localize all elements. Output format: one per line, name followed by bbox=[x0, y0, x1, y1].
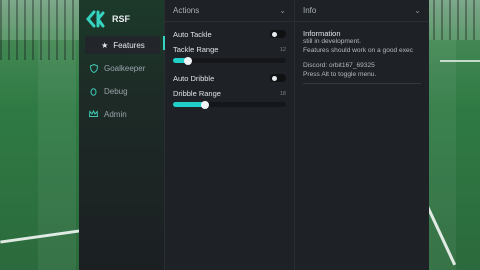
info-line-2: Features should work on a good exec bbox=[303, 46, 413, 54]
sidebar-item-label: Debug bbox=[104, 86, 128, 96]
pitch-line bbox=[440, 60, 480, 62]
sidebar-item-features[interactable]: ★ Features bbox=[85, 36, 160, 54]
star-icon: ★ bbox=[101, 40, 109, 50]
sidebar-nav: ★ Features Goalkeeper Debug Admin bbox=[79, 36, 164, 123]
script-menu-window: RSF ★ Features Goalkeeper Debug Admin Ac… bbox=[79, 0, 429, 270]
tackle-range-slider[interactable] bbox=[173, 56, 286, 65]
brand: RSF bbox=[79, 0, 164, 30]
pitch-line bbox=[0, 229, 80, 244]
sidebar-item-label: Features bbox=[113, 40, 145, 50]
auto-tackle-label: Auto Tackle bbox=[173, 29, 212, 39]
sidebar-item-goalkeeper[interactable]: Goalkeeper bbox=[85, 59, 160, 77]
slider-handle[interactable] bbox=[200, 100, 209, 109]
dribble-range-value: 18 bbox=[279, 90, 286, 97]
app-title: RSF bbox=[112, 13, 130, 24]
chevron-down-icon[interactable]: ⌄ bbox=[414, 6, 421, 15]
auto-dribble-label: Auto Dribble bbox=[173, 73, 215, 83]
actions-panel: Actions ⌄ Auto Tackle Tackle Range 12 Au… bbox=[165, 0, 295, 270]
auto-tackle-toggle[interactable] bbox=[270, 30, 286, 38]
tackle-range-label: Tackle Range bbox=[173, 45, 219, 54]
dribble-range-label: Dribble Range bbox=[173, 89, 221, 98]
bug-icon bbox=[89, 87, 98, 96]
dribble-range-row: Dribble Range 18 bbox=[165, 87, 294, 113]
sidebar-item-admin[interactable]: Admin bbox=[85, 105, 160, 123]
info-panel: Info ⌄ Information still in development.… bbox=[295, 0, 429, 270]
auto-dribble-toggle[interactable] bbox=[270, 74, 286, 82]
shield-icon bbox=[89, 63, 98, 73]
auto-dribble-row: Auto Dribble bbox=[165, 69, 294, 87]
actions-header[interactable]: Actions ⌄ bbox=[165, 0, 294, 22]
discord-text: Discord: orbit167_69325 bbox=[303, 62, 375, 69]
info-header[interactable]: Info ⌄ bbox=[295, 0, 429, 22]
info-body: Information still in development. Featur… bbox=[295, 22, 429, 79]
logo-icon bbox=[86, 10, 105, 27]
sidebar: RSF ★ Features Goalkeeper Debug Admin bbox=[79, 0, 165, 270]
sidebar-item-label: Goalkeeper bbox=[104, 63, 146, 73]
toggle-hint-text: Press Alt to toggle menu. bbox=[303, 70, 377, 78]
info-line-1: still in development. bbox=[303, 38, 361, 45]
info-heading: Information bbox=[303, 29, 341, 38]
info-title: Info bbox=[303, 6, 317, 15]
sidebar-item-debug[interactable]: Debug bbox=[85, 82, 160, 100]
divider bbox=[303, 83, 421, 84]
fence-right bbox=[425, 0, 480, 40]
auto-tackle-row: Auto Tackle bbox=[165, 25, 294, 43]
fence-left bbox=[0, 0, 80, 60]
sidebar-item-label: Admin bbox=[104, 109, 127, 119]
actions-title: Actions bbox=[173, 6, 200, 15]
tackle-range-value: 12 bbox=[279, 46, 286, 53]
crown-icon bbox=[89, 110, 98, 119]
chevron-down-icon[interactable]: ⌄ bbox=[279, 6, 286, 15]
slider-handle[interactable] bbox=[183, 56, 192, 65]
tackle-range-row: Tackle Range 12 bbox=[165, 43, 294, 69]
dribble-range-slider[interactable] bbox=[173, 100, 286, 109]
